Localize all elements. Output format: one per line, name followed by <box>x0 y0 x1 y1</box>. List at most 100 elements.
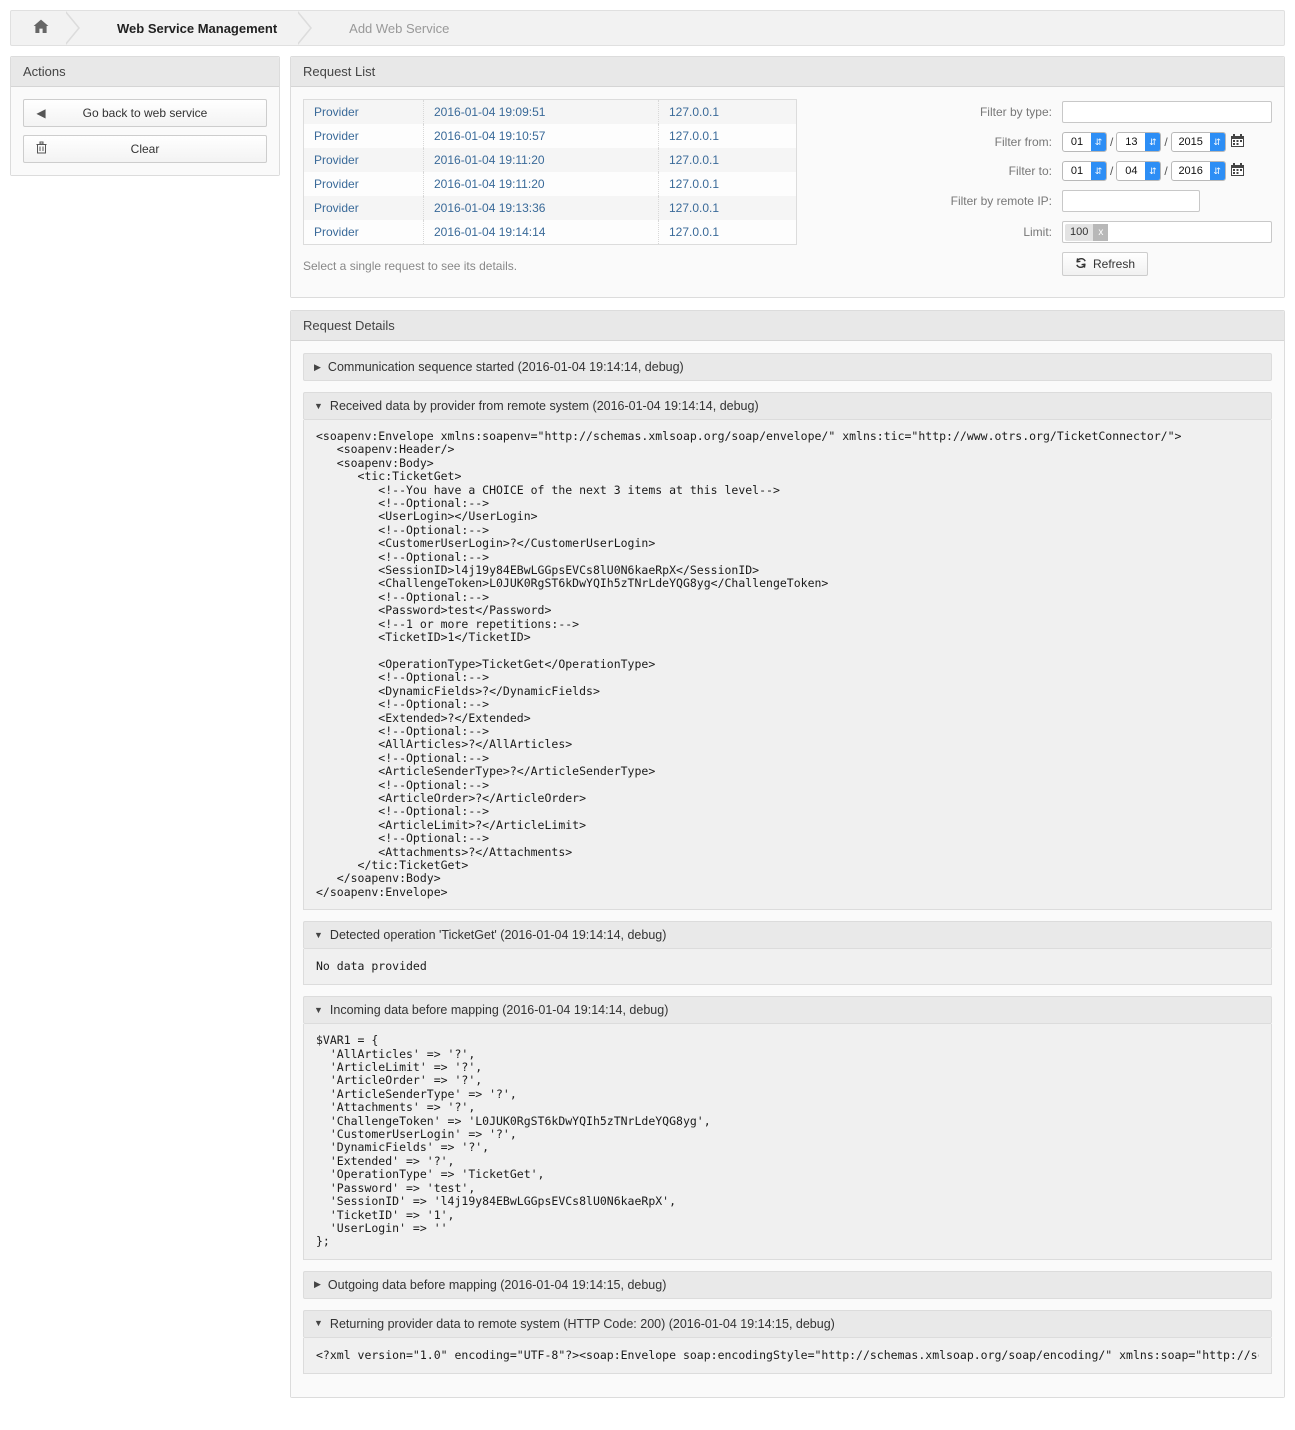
caret-left-icon: ◀ <box>24 106 58 120</box>
cell-type: Provider <box>304 148 424 172</box>
accordion-body: $VAR1 = { 'AllArticles' => '?', 'Article… <box>303 1024 1272 1260</box>
refresh-button[interactable]: Refresh <box>1062 252 1148 276</box>
table-row[interactable]: Provider 2016-01-04 19:13:36 127.0.0.1 <box>304 196 797 220</box>
main-columns: Actions ◀ Go back to web service <box>0 46 1295 1420</box>
spinner-arrows-icon: ⇵ <box>1091 162 1106 180</box>
limit-remove-icon[interactable]: x <box>1093 224 1108 241</box>
refresh-icon <box>1075 257 1087 272</box>
filter-from-day-value: 13 <box>1117 133 1145 151</box>
chevron-down-icon: ▼ <box>314 1006 323 1015</box>
accordion-detected-operation: ▼ Detected operation 'TicketGet' (2016-0… <box>303 921 1272 985</box>
calendar-icon[interactable] <box>1231 163 1244 179</box>
accordion-label: Incoming data before mapping (2016-01-04… <box>330 1003 668 1017</box>
received-data-content: <soapenv:Envelope xmlns:soapenv="http://… <box>316 430 1259 899</box>
returning-provider-data-content: <?xml version="1.0" encoding="UTF-8"?><s… <box>316 1348 1259 1363</box>
cell-type: Provider <box>304 220 424 245</box>
filter-from-year-select[interactable]: 2015 ⇵ <box>1171 132 1226 152</box>
table-row[interactable]: Provider 2016-01-04 19:09:51 127.0.0.1 <box>304 100 797 125</box>
cell-date: 2016-01-04 19:11:20 <box>424 148 659 172</box>
accordion-label: Received data by provider from remote sy… <box>330 399 759 413</box>
cell-type: Provider <box>304 100 424 125</box>
table-row[interactable]: Provider 2016-01-04 19:11:20 127.0.0.1 <box>304 172 797 196</box>
chevron-down-icon: ▼ <box>314 402 323 411</box>
date-slash: / <box>1161 164 1170 178</box>
detected-operation-content: No data provided <box>316 959 1259 974</box>
filter-from-day-select[interactable]: 13 ⇵ <box>1116 132 1161 152</box>
filter-from-row: Filter from: 01 ⇵ / 13 ⇵ <box>817 132 1272 152</box>
spinner-arrows-icon: ⇵ <box>1210 133 1225 151</box>
accordion-body: <soapenv:Envelope xmlns:soapenv="http://… <box>303 420 1272 910</box>
breadcrumb-item-web-service-management[interactable]: Web Service Management <box>89 11 299 45</box>
go-back-to-web-service-button[interactable]: ◀ Go back to web service <box>23 99 267 127</box>
cell-type: Provider <box>304 124 424 148</box>
table-row[interactable]: Provider 2016-01-04 19:14:14 127.0.0.1 <box>304 220 797 245</box>
filter-to-month-value: 01 <box>1063 162 1091 180</box>
accordion-header[interactable]: ▼ Incoming data before mapping (2016-01-… <box>303 996 1272 1024</box>
breadcrumb-separator <box>299 11 321 45</box>
accordion-header[interactable]: ▶ Outgoing data before mapping (2016-01-… <box>303 1271 1272 1299</box>
accordion-header[interactable]: ▶ Communication sequence started (2016-0… <box>303 353 1272 381</box>
cell-date: 2016-01-04 19:14:14 <box>424 220 659 245</box>
request-list-note: Select a single request to see its detai… <box>303 259 797 273</box>
filter-by-remote-ip-input[interactable] <box>1062 190 1200 212</box>
breadcrumb-item-add-web-service[interactable]: Add Web Service <box>321 11 471 45</box>
filter-by-type-row: Filter by type: <box>817 101 1272 123</box>
filter-from-month-value: 01 <box>1063 133 1091 151</box>
trash-icon <box>24 141 58 157</box>
spinner-arrows-icon: ⇵ <box>1210 162 1225 180</box>
request-list-title: Request List <box>291 57 1284 87</box>
content-column: Request List Provider 2016-01-04 19:09:5… <box>290 56 1285 1410</box>
incoming-data-content: $VAR1 = { 'AllArticles' => '?', 'Article… <box>316 1034 1259 1249</box>
limit-chip: 100 x <box>1065 224 1108 241</box>
filter-to-year-select[interactable]: 2016 ⇵ <box>1171 161 1226 181</box>
accordion-outgoing-data-before-mapping: ▶ Outgoing data before mapping (2016-01-… <box>303 1271 1272 1299</box>
chevron-right-icon: ▶ <box>314 1280 321 1289</box>
request-list-widget: Request List Provider 2016-01-04 19:09:5… <box>290 56 1285 298</box>
accordion-label: Outgoing data before mapping (2016-01-04… <box>328 1278 666 1292</box>
filter-to-row: Filter to: 01 ⇵ / 04 ⇵ <box>817 161 1272 181</box>
table-row[interactable]: Provider 2016-01-04 19:11:20 127.0.0.1 <box>304 148 797 172</box>
cell-ip: 127.0.0.1 <box>659 124 797 148</box>
accordion-returning-provider-data: ▼ Returning provider data to remote syst… <box>303 1310 1272 1374</box>
request-details-title: Request Details <box>291 311 1284 341</box>
cell-ip: 127.0.0.1 <box>659 100 797 125</box>
accordion-header[interactable]: ▼ Received data by provider from remote … <box>303 392 1272 420</box>
filter-form: Filter by type: Filter from: 01 <box>817 99 1272 285</box>
sidebar: Actions ◀ Go back to web service <box>10 56 280 188</box>
accordion-header[interactable]: ▼ Detected operation 'TicketGet' (2016-0… <box>303 921 1272 949</box>
filter-by-remote-ip-label: Filter by remote IP: <box>902 194 1062 208</box>
request-list-table: Provider 2016-01-04 19:09:51 127.0.0.1 P… <box>303 99 797 245</box>
chevron-down-icon: ▼ <box>314 931 323 940</box>
cell-ip: 127.0.0.1 <box>659 148 797 172</box>
filter-to-month-select[interactable]: 01 ⇵ <box>1062 161 1107 181</box>
limit-input[interactable]: 100 x <box>1062 221 1272 243</box>
filter-to-day-select[interactable]: 04 ⇵ <box>1116 161 1161 181</box>
actions-title: Actions <box>11 57 279 87</box>
limit-label: Limit: <box>902 225 1062 239</box>
breadcrumb-separator <box>67 11 89 45</box>
cell-ip: 127.0.0.1 <box>659 196 797 220</box>
filter-by-type-label: Filter by type: <box>902 105 1062 119</box>
table-row[interactable]: Provider 2016-01-04 19:10:57 127.0.0.1 <box>304 124 797 148</box>
limit-row: Limit: 100 x <box>817 221 1272 243</box>
filter-from-month-select[interactable]: 01 ⇵ <box>1062 132 1107 152</box>
accordion-communication-sequence-started: ▶ Communication sequence started (2016-0… <box>303 353 1272 381</box>
refresh-row: Refresh <box>817 252 1272 276</box>
breadcrumb-home[interactable] <box>11 11 67 45</box>
request-list-tbody: Provider 2016-01-04 19:09:51 127.0.0.1 P… <box>304 100 797 245</box>
request-details-widget: Request Details ▶ Communication sequence… <box>290 310 1285 1398</box>
filter-by-remote-ip-row: Filter by remote IP: <box>817 190 1272 212</box>
cell-ip: 127.0.0.1 <box>659 220 797 245</box>
spinner-arrows-icon: ⇵ <box>1091 133 1106 151</box>
filter-to-year-value: 2016 <box>1172 162 1210 180</box>
calendar-icon[interactable] <box>1231 134 1244 150</box>
filter-by-type-input[interactable] <box>1062 101 1272 123</box>
filter-from-label: Filter from: <box>902 135 1062 149</box>
accordion-label: Detected operation 'TicketGet' (2016-01-… <box>330 928 666 942</box>
clear-button[interactable]: Clear <box>23 135 267 163</box>
breadcrumb-label: Add Web Service <box>349 21 449 36</box>
cell-ip: 127.0.0.1 <box>659 172 797 196</box>
chevron-down-icon: ▼ <box>314 1319 323 1328</box>
accordion-header[interactable]: ▼ Returning provider data to remote syst… <box>303 1310 1272 1338</box>
cell-type: Provider <box>304 172 424 196</box>
